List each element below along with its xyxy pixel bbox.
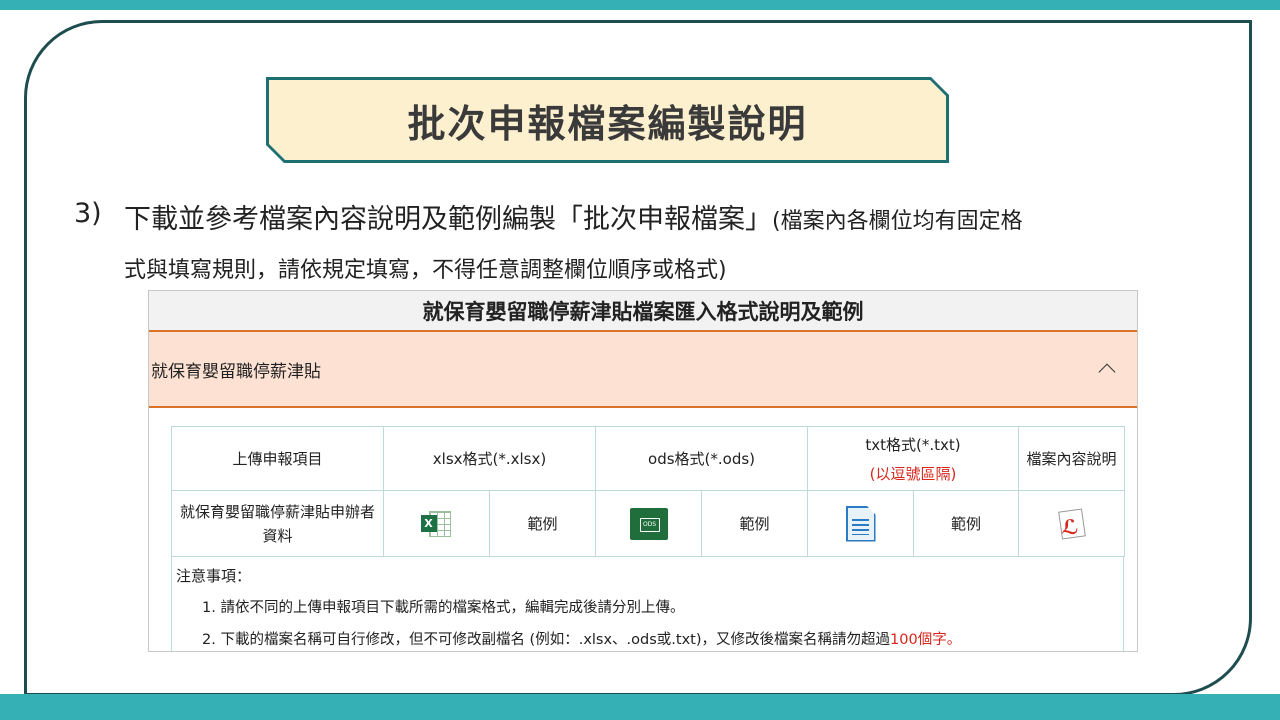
accordion-content: 上傳申報項目 xlsx格式(*.xlsx) ods格式(*.ods) txt格式… [149, 408, 1137, 651]
header-txt: txt格式(*.txt) (以逗號區隔) [807, 426, 1020, 491]
xlsx-download-cell[interactable]: X [383, 490, 490, 557]
excel-file-icon[interactable]: X [420, 509, 453, 539]
top-teal-band [0, 0, 1280, 10]
accordion-label: 就保育嬰留職停薪津貼 [151, 361, 321, 382]
ods-download-cell[interactable]: ODS [595, 490, 703, 557]
note-item-2-highlight: 100個字 [890, 632, 947, 648]
header-txt-note: (以逗號區隔) [869, 464, 957, 483]
text-file-icon[interactable] [845, 505, 876, 542]
ods-badge: ODS [639, 517, 660, 532]
pdf-download-cell[interactable]: ℒ [1018, 490, 1126, 557]
note-item-2-suffix: 。 [946, 632, 962, 648]
step-number: 3) [74, 198, 102, 229]
bottom-teal-band [0, 694, 1280, 720]
header-content-desc: 檔案內容說明 [1018, 426, 1126, 491]
xlsx-example-link[interactable]: 範例 [488, 490, 597, 557]
accordion-toggle[interactable]: 就保育嬰留職停薪津貼 [149, 332, 1137, 408]
step-text-note-a: (檔案內各欄位均有固定格 [772, 209, 1023, 234]
header-xlsx: xlsx格式(*.xlsx) [382, 426, 597, 491]
format-table: 上傳申報項目 xlsx格式(*.xlsx) ods格式(*.ods) txt格式… [171, 426, 1126, 557]
pdf-logo-mark: ℒ [1061, 514, 1079, 539]
step-text-main: 下載並參考檔案內容說明及範例編製「批次申報檔案」 [124, 204, 772, 235]
step-text-line2: 式與填寫規則，請依規定填寫，不得任意調整欄位順序或格式) [124, 258, 727, 283]
panel-header: 就保育嬰留職停薪津貼檔案匯入格式說明及範例 [149, 291, 1137, 332]
embedded-webpage-screenshot: 就保育嬰留職停薪津貼檔案匯入格式說明及範例 就保育嬰留職停薪津貼 上傳申報項目 … [148, 290, 1138, 652]
pdf-file-icon[interactable]: ℒ [1056, 507, 1088, 540]
table-row: 就保育嬰留職停薪津貼申辦者資料 X 範例 ODS 範例 範例 ℒ [171, 490, 1126, 557]
header-txt-label: txt格式(*.txt) [865, 435, 961, 454]
header-upload-item: 上傳申報項目 [171, 426, 384, 491]
note-item-2: 2. 下載的檔案名稱可自行修改，但不可修改副檔名 (例如：.xlsx、.ods或… [202, 628, 1123, 649]
text-file-lines [851, 518, 869, 535]
notes-title: 注意事項： [176, 567, 252, 585]
excel-badge: X [420, 514, 437, 532]
ods-example-link[interactable]: 範例 [701, 490, 809, 557]
title-banner: 批次申報檔案編製說明 [266, 77, 949, 163]
note-item-2-prefix: 2. 下載的檔案名稱可自行修改，但不可修改副檔名 (例如：.xlsx、.ods或… [202, 632, 891, 648]
row-item-label: 就保育嬰留職停薪津貼申辦者資料 [171, 490, 384, 557]
header-ods: ods格式(*.ods) [595, 426, 809, 491]
step-text-line1: 下載並參考檔案內容說明及範例編製「批次申報檔案」(檔案內各欄位均有固定格 [124, 197, 1023, 236]
title-banner-inner: 批次申報檔案編製說明 [269, 80, 946, 160]
ods-file-icon[interactable]: ODS [629, 507, 668, 540]
table-header-row: 上傳申報項目 xlsx格式(*.xlsx) ods格式(*.ods) txt格式… [171, 426, 1126, 491]
slide-title: 批次申報檔案編製說明 [407, 101, 808, 146]
chevron-up-icon[interactable] [1098, 363, 1116, 381]
txt-download-cell[interactable] [807, 490, 915, 557]
note-item-1: 1. 請依不同的上傳申報項目下載所需的檔案格式，編輯完成後請分別上傳。 [202, 600, 685, 616]
notes-section: 注意事項： 1. 請依不同的上傳申報項目下載所需的檔案格式，編輯完成後請分別上傳… [171, 557, 1124, 651]
txt-example-link[interactable]: 範例 [913, 490, 1020, 557]
